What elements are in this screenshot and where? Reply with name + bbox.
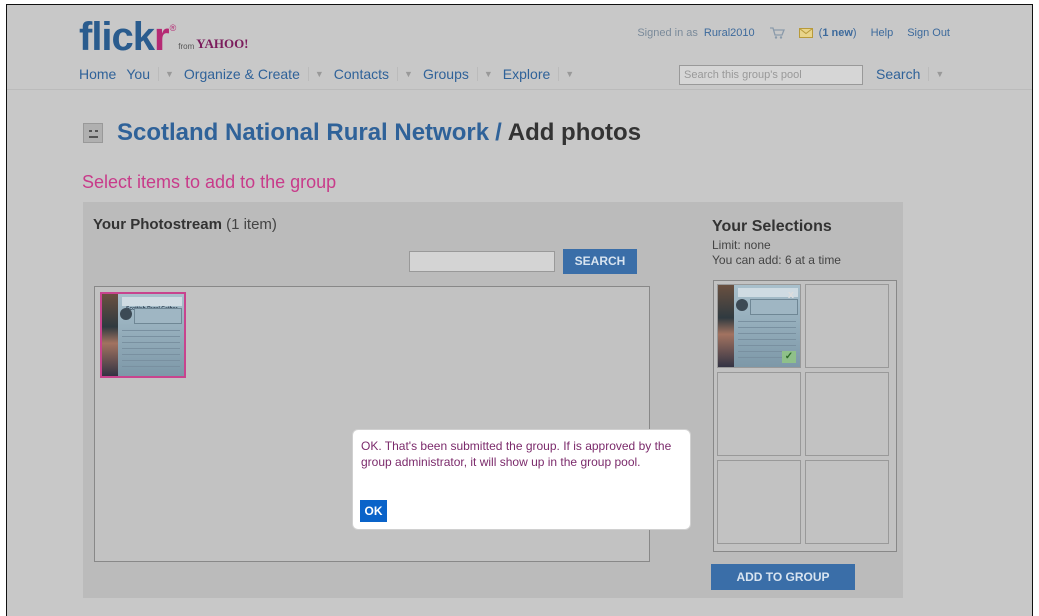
yahoo-logo: YAHOO!: [196, 36, 249, 51]
logo-from-text: from: [178, 42, 195, 51]
selections-grid: x ✓: [713, 280, 897, 552]
browser-page: flickr ® from YAHOO! Signed in as Rural2…: [6, 4, 1033, 616]
chevron-down-icon[interactable]: ▼: [307, 67, 324, 81]
flickr-logo[interactable]: flickr ® from YAHOO!: [79, 17, 249, 57]
chevron-down-icon[interactable]: ▼: [558, 67, 574, 81]
add-to-group-button[interactable]: ADD TO GROUP: [711, 564, 855, 590]
logo-part-flick: flick: [79, 15, 155, 59]
nav-organize[interactable]: Organize & Create ▼: [184, 66, 324, 82]
nav-groups-label: Groups: [422, 66, 469, 82]
nav-explore-label: Explore: [502, 66, 551, 82]
nav-you[interactable]: You ▼: [126, 66, 174, 82]
photo-image: Scottish Rural Gather: [102, 294, 184, 376]
photostream-title: Your Photostream (1 item): [93, 216, 277, 233]
selections-can-add: You can add: 6 at a time: [712, 253, 841, 267]
registered-mark: ®: [169, 23, 177, 33]
group-icon: [83, 123, 103, 143]
photo-strip: [102, 294, 118, 376]
photostream-search-button[interactable]: SEARCH: [563, 249, 637, 274]
photo-thumbnail[interactable]: Scottish Rural Gather: [100, 292, 186, 378]
main-nav: Home You ▼ Organize & Create ▼ Contacts ▼ G…: [79, 66, 584, 82]
selection-slot-empty: [805, 372, 889, 456]
sign-out-link[interactable]: Sign Out: [907, 27, 950, 39]
cart-icon[interactable]: [769, 27, 785, 39]
chevron-down-icon[interactable]: ▼: [928, 67, 944, 81]
selection-slot-empty: [717, 460, 801, 544]
selections-limit: Limit: none: [712, 238, 771, 252]
nav-contacts[interactable]: Contacts ▼: [334, 66, 413, 82]
logo-part-r: r: [154, 15, 170, 59]
photo-logo: [120, 308, 132, 320]
selection-slot-empty: [805, 284, 889, 368]
flickr-wordmark: flickr: [79, 17, 170, 57]
selection-slot-empty: [717, 372, 801, 456]
search-nav-item[interactable]: Search ▼: [876, 66, 944, 82]
confirmation-dialog: OK. That's been submitted the group. If …: [352, 429, 691, 530]
group-pool-search-input[interactable]: Search this group's pool: [679, 65, 863, 85]
nav-contacts-label: Contacts: [333, 66, 390, 82]
nav-home[interactable]: Home: [79, 66, 116, 82]
nav-organize-label: Organize & Create: [183, 66, 300, 82]
photostream-search-input[interactable]: [409, 251, 555, 272]
page-subtitle: Select items to add to the group: [82, 172, 337, 192]
photo-box: [750, 299, 798, 315]
ok-button[interactable]: OK: [360, 500, 387, 522]
chevron-down-icon[interactable]: ▼: [157, 67, 174, 81]
nav-home-label: Home: [79, 66, 117, 82]
selection-slot-empty: [805, 460, 889, 544]
photo-strip: [718, 285, 734, 367]
photostream-label: Your Photostream: [93, 216, 222, 233]
checkmark-icon: ✓: [782, 351, 796, 363]
search-label[interactable]: Search: [876, 66, 920, 82]
photo-header: Scottish Rural Gather: [122, 297, 182, 312]
mail-count-link[interactable]: (1 new): [819, 27, 857, 39]
header-divider: [7, 89, 1032, 90]
help-link[interactable]: Help: [871, 27, 894, 39]
signed-in-label: Signed in as: [637, 27, 698, 39]
page-name: Add photos: [507, 119, 642, 146]
mail-count-close: ): [852, 27, 857, 39]
photostream-count: (1 item): [226, 216, 277, 233]
mail-icon[interactable]: [798, 28, 813, 38]
selections-title: Your Selections: [712, 218, 832, 235]
photo-box: [134, 308, 182, 324]
account-bar: Signed in as Rural2010 (1 new) Help Sign…: [637, 27, 950, 39]
chevron-down-icon[interactable]: ▼: [476, 67, 493, 81]
dialog-message: OK. That's been submitted the group. If …: [361, 439, 672, 469]
username-link[interactable]: Rural2010: [704, 27, 755, 39]
selection-slot-filled[interactable]: x ✓: [717, 284, 801, 368]
group-name-link[interactable]: Scotland National Rural Network: [117, 119, 489, 147]
nav-groups[interactable]: Groups ▼: [423, 66, 493, 82]
nav-you-label: You: [126, 66, 150, 82]
add-photos-panel: Your Photostream (1 item) SEARCH Scottis…: [83, 202, 903, 598]
photo-lines: [122, 330, 180, 372]
title-separator: /: [495, 119, 502, 146]
remove-selection-icon[interactable]: x: [788, 289, 794, 301]
chevron-down-icon[interactable]: ▼: [397, 67, 413, 81]
nav-explore[interactable]: Explore ▼: [503, 66, 574, 82]
photo-logo: [736, 299, 748, 311]
mail-count-value: 1 new: [822, 27, 853, 39]
page-title: Scotland National Rural Network / Add ph…: [83, 119, 641, 147]
